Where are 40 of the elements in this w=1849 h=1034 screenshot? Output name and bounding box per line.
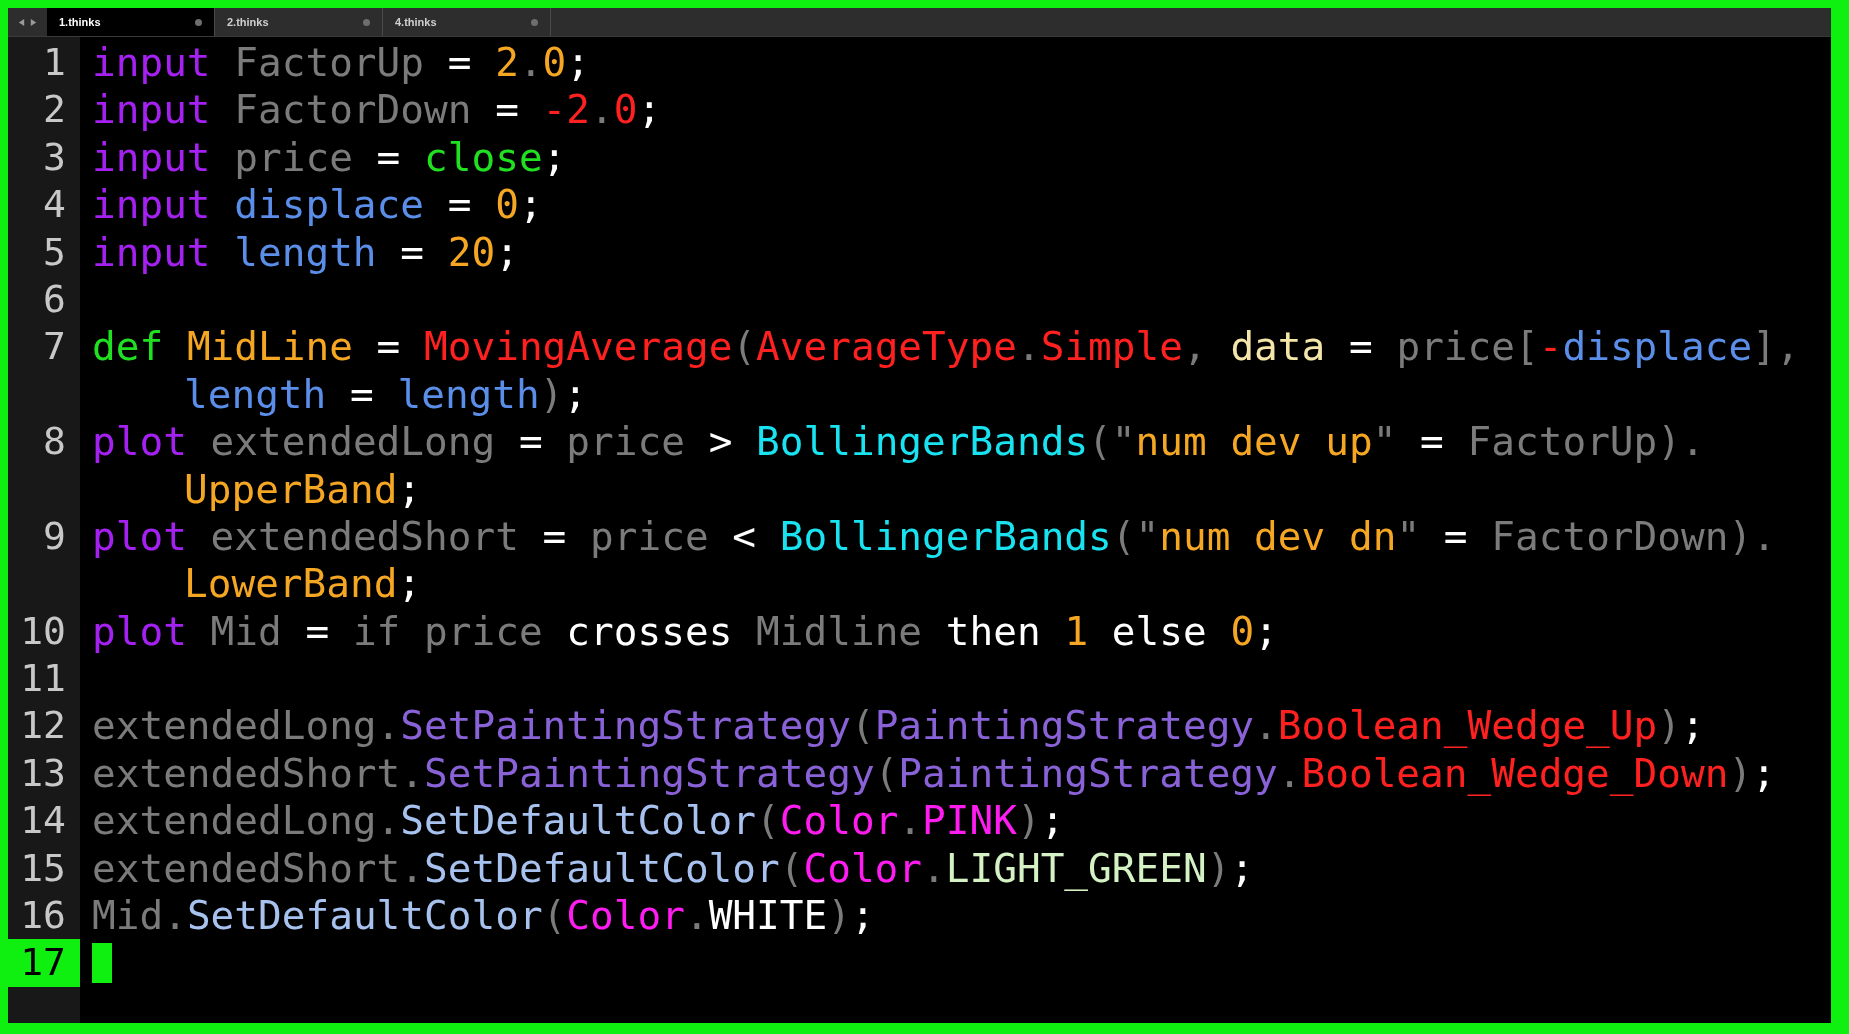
code-line: input length = 20;: [92, 228, 519, 276]
line-number: 11: [19, 655, 67, 703]
unsaved-dot-icon: [195, 18, 202, 26]
forward-arrow-icon[interactable]: [29, 17, 38, 27]
code-line: input price = close;: [92, 133, 567, 182]
code-line: input displace = 0;: [92, 181, 543, 229]
line-number: 16: [19, 892, 67, 940]
file-tab[interactable]: 1.thinks: [47, 8, 215, 36]
code-line: extendedLong.SetPaintingStrategy(PaintingStrategy.Boolean_Wedge_Up);: [92, 702, 1705, 750]
code-line: length = length);: [184, 370, 588, 419]
line-number: 14: [19, 797, 67, 845]
line-number: 17: [8, 939, 80, 987]
code-line: Mid.SetDefaultColor(Color.WHITE);: [92, 892, 875, 940]
unsaved-dot-icon: [363, 18, 370, 26]
line-number: 12: [19, 702, 67, 750]
code-line: input FactorDown = -2.0;: [92, 86, 662, 134]
code-line: plot extendedLong = price > BollingerBands("num dev up" = FactorUp).: [92, 418, 1705, 466]
line-number: 7: [42, 323, 67, 371]
line-number: 9: [42, 512, 67, 560]
line-number: 4: [42, 181, 67, 229]
line-number: 13: [19, 749, 67, 797]
line-number: 2: [42, 86, 67, 134]
code-line: UpperBand;: [184, 465, 422, 513]
line-number: 8: [42, 418, 67, 466]
code-line: input FactorUp = 2.0;: [92, 39, 591, 87]
code-line: extendedShort.SetDefaultColor(Color.LIGHT_GREEN);: [92, 844, 1255, 893]
line-number: 6: [42, 275, 67, 323]
line-number: 10: [19, 607, 67, 655]
line-number: 1: [42, 39, 67, 86]
line-number: 5: [42, 228, 67, 276]
code-line: plot Mid = if price crosses Midline then 1 else 0;: [92, 607, 1278, 656]
code-line: extendedShort.SetPaintingStrategy(PaintingStrategy.Boolean_Wedge_Down);: [92, 749, 1776, 798]
line-number: 15: [19, 844, 67, 892]
unsaved-dot-icon: [531, 18, 538, 26]
code-line: plot extendedShort = price < BollingerBands("num dev dn" = FactorDown).: [92, 512, 1776, 561]
code-line: LowerBand;: [184, 560, 422, 608]
back-arrow-icon[interactable]: [17, 17, 26, 27]
code-line: extendedLong.SetDefaultColor(Color.PINK);: [92, 797, 1065, 845]
line-number: 3: [42, 133, 67, 181]
code-line: def MidLine = MovingAverage(AverageType.Simple, data = price[-displace],: [92, 323, 1800, 371]
